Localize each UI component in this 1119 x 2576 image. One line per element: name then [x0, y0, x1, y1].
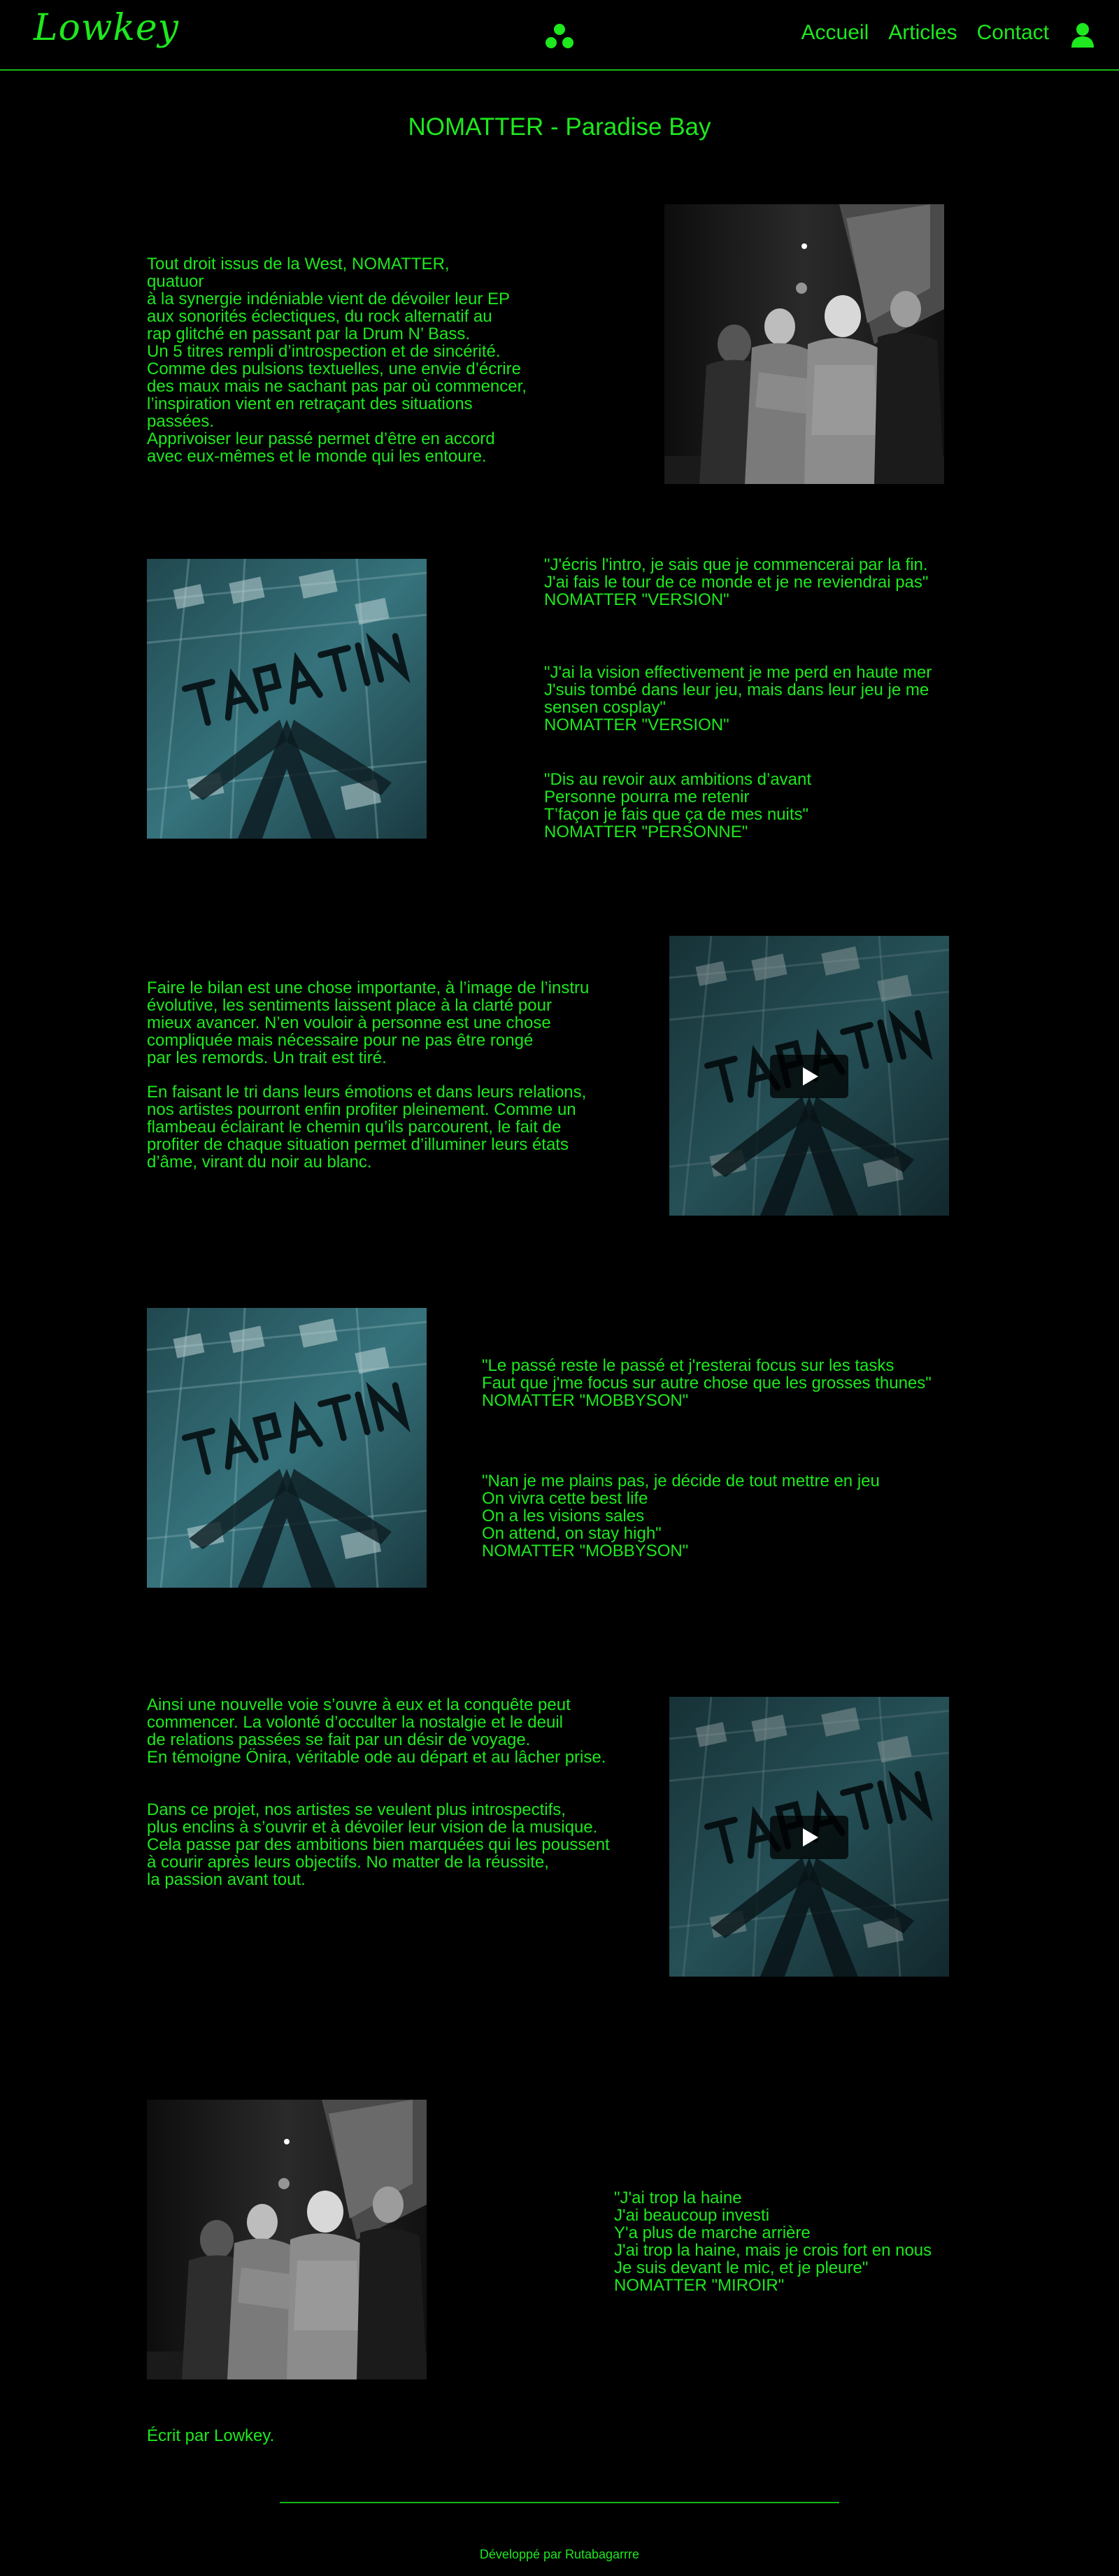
- author-credit: Écrit par Lowkey.: [147, 2426, 275, 2445]
- album-cover-image: [147, 1308, 427, 1588]
- play-icon[interactable]: [770, 1816, 848, 1859]
- quote-mobbyson-2: "Nan je me plains pas, je décide de tout…: [482, 1472, 880, 1560]
- paragraph-voie-1: Ainsi une nouvelle voie s’ouvre à eux et…: [147, 1695, 606, 1767]
- band-photo-2: [147, 2100, 427, 2379]
- intro-paragraph-1: Tout droit issus de la West, NOMATTER, q…: [147, 255, 510, 361]
- band-photo-image: [147, 2100, 427, 2379]
- site-logo[interactable]: Lowkey: [34, 7, 179, 49]
- album-cover-2: [147, 1308, 427, 1588]
- footer-credit: Développé par Rutabagarrre: [479, 2547, 640, 2561]
- main-nav: Accueil Articles Contact: [801, 21, 1049, 45]
- paragraph-bilan-2: En faisant le tri dans leurs émotions et…: [147, 1083, 587, 1172]
- video-player-2[interactable]: [669, 1697, 949, 1977]
- user-icon[interactable]: [1071, 22, 1095, 48]
- paragraph-voie-2: Dans ce projet, nos artistes se veulent …: [147, 1800, 610, 1889]
- three-dots-icon[interactable]: [544, 23, 575, 50]
- video-player-1[interactable]: [669, 936, 949, 1216]
- intro-paragraph-2: Comme des pulsions textuelles, une envie…: [147, 360, 527, 466]
- band-photo-image: [664, 204, 944, 484]
- quote-miroir: "J'ai trop la haine J'ai beaucoup invest…: [614, 2189, 932, 2295]
- quote-personne: "Dis au revoir aux ambitions d’avant Per…: [544, 770, 812, 841]
- article-title: NOMATTER - Paradise Bay: [408, 113, 711, 141]
- paragraph-bilan-1: Faire le bilan est une chose importante,…: [147, 979, 590, 1067]
- nav-contact[interactable]: Contact: [977, 21, 1049, 45]
- play-icon[interactable]: [770, 1055, 848, 1098]
- nav-articles[interactable]: Articles: [888, 21, 957, 45]
- site-header: Lowkey Accueil Articles Contact: [0, 0, 1119, 71]
- quote-version-2: "J'ai la vision effectivement je me perd…: [544, 663, 932, 734]
- footer-divider: [280, 2502, 839, 2503]
- album-cover: [147, 559, 427, 839]
- band-photo: [664, 204, 944, 484]
- album-cover-image: [147, 559, 427, 839]
- quote-version-1: "J'écris l'intro, je sais que je commenc…: [544, 555, 929, 609]
- quote-mobbyson-1: "Le passé reste le passé et j'resterai f…: [482, 1356, 932, 1410]
- nav-accueil[interactable]: Accueil: [801, 21, 869, 45]
